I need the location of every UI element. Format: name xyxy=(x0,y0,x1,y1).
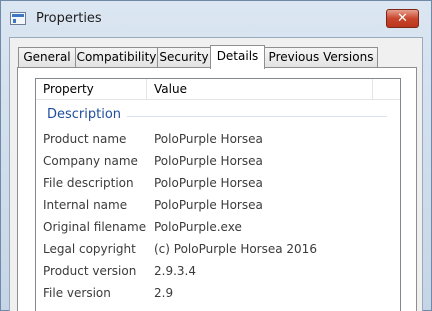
list-item[interactable]: Product name PoloPurple Horsea xyxy=(36,128,400,150)
list-item[interactable]: File description PoloPurple Horsea xyxy=(36,172,400,194)
details-list[interactable]: Property Value Description Product name … xyxy=(35,78,401,311)
property-name: Internal name xyxy=(43,198,128,212)
details-tab-page: Property Value Description Product name … xyxy=(17,67,417,311)
column-header-value[interactable]: Value xyxy=(147,79,373,100)
property-name: File description xyxy=(43,176,134,190)
list-item[interactable]: Original filename PoloPurple.exe xyxy=(36,216,400,238)
group-label: Description xyxy=(47,107,128,122)
column-header-property[interactable]: Property xyxy=(36,79,147,100)
properties-window: Properties ✕ General Compatibility Secur… xyxy=(0,0,432,311)
property-value: PoloPurple Horsea xyxy=(154,154,263,168)
property-value: 2.9 xyxy=(154,286,174,300)
list-item[interactable]: Product version 2.9.3.4 xyxy=(36,260,400,282)
property-value: PoloPurple Horsea xyxy=(154,132,263,146)
property-name: Product version xyxy=(43,264,137,278)
property-name: Product name xyxy=(43,132,127,146)
list-item[interactable]: Company name PoloPurple Horsea xyxy=(36,150,400,172)
tab-compatibility[interactable]: Compatibility xyxy=(75,47,158,67)
property-value: PoloPurple Horsea xyxy=(154,198,263,212)
property-name: Company name xyxy=(43,154,138,168)
property-value: (c) PoloPurple Horsea 2016 xyxy=(154,242,317,256)
tab-general[interactable]: General xyxy=(18,47,76,67)
title-bar[interactable]: Properties ✕ xyxy=(1,1,431,37)
tab-previous-versions[interactable]: Previous Versions xyxy=(264,47,378,67)
window-icon xyxy=(10,12,26,25)
property-name: Legal copyright xyxy=(43,242,136,256)
list-header: Property Value xyxy=(36,79,400,100)
property-name: File version xyxy=(43,286,111,300)
dialog-client-area: General Compatibility Security Details P… xyxy=(9,37,423,311)
tab-details[interactable]: Details xyxy=(210,45,265,69)
list-item[interactable]: File version 2.9 xyxy=(36,282,400,304)
group-header-description[interactable]: Description xyxy=(47,107,387,125)
property-name: Original filename xyxy=(43,220,147,234)
list-item[interactable]: Internal name PoloPurple Horsea xyxy=(36,194,400,216)
tab-security[interactable]: Security xyxy=(157,47,211,67)
property-value: PoloPurple.exe xyxy=(154,220,242,234)
property-value: PoloPurple Horsea xyxy=(154,176,263,190)
window-title: Properties xyxy=(36,11,102,26)
property-value: 2.9.3.4 xyxy=(154,264,196,278)
list-item[interactable]: Legal copyright (c) PoloPurple Horsea 20… xyxy=(36,238,400,260)
close-button[interactable]: ✕ xyxy=(386,9,419,28)
